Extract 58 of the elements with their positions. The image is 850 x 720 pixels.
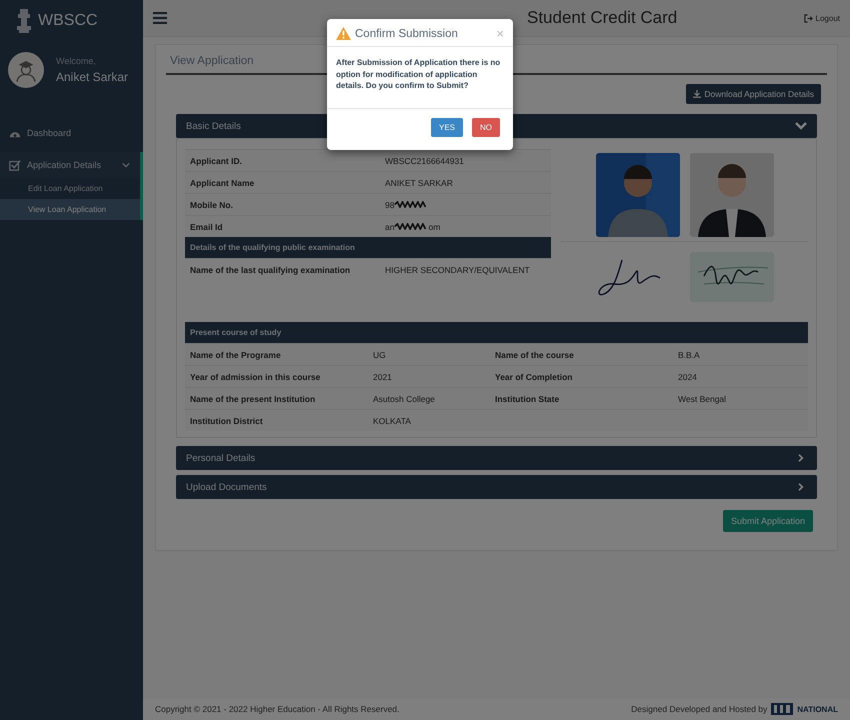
field-value: UG — [373, 350, 387, 360]
field-value: West Bengal — [678, 394, 728, 404]
chevron-icon — [795, 122, 807, 130]
user-name: Aniket Sarkar — [56, 70, 128, 84]
download-icon — [693, 90, 702, 98]
field-value: WBSCC2166644931 — [385, 156, 464, 166]
field-value: HIGHER SECONDARY/EQUIVALENT — [385, 264, 530, 274]
field-value: om — [428, 222, 440, 232]
brand-name: WBSCC — [38, 12, 98, 30]
dialog-message: After Submission of Application there is no option for modification of application details. Do you confirm to Submit? — [327, 47, 513, 109]
field-value: KOLKATA — [373, 416, 412, 426]
download-button[interactable]: Download Application Details — [686, 84, 821, 104]
field-value: 98 — [385, 200, 394, 210]
subsection-header: Details of the qualifying public examination — [185, 237, 551, 258]
copyright-text: Copyright © 2021 - 2022 Higher Education - All Rights Reserved. — [155, 704, 400, 714]
field-value: ANIKET SARKAR — [385, 178, 453, 188]
logo-icon — [771, 703, 794, 715]
logo-text: NATIONAL — [797, 704, 838, 714]
field-value: 2024 — [678, 372, 698, 382]
nav-item[interactable]: Dashboard — [0, 120, 143, 146]
field-label: Year of admission in this course — [190, 372, 322, 382]
credit-text: Designed Developed and Hosted by — [631, 704, 768, 714]
avatar-icon — [8, 52, 44, 88]
section-header[interactable]: Upload Documents — [176, 475, 817, 499]
emblem-icon — [14, 7, 34, 35]
field-label: Name of the present Institution — [190, 394, 316, 404]
submit-button[interactable]: Submit Application — [722, 510, 813, 532]
field-value: B.B.A — [678, 350, 701, 360]
subsection-header: Present course of study — [185, 322, 808, 343]
section-header[interactable]: Personal Details — [176, 446, 817, 470]
field-label: Applicant Name — [190, 178, 256, 188]
nav-subitem[interactable]: View Loan Application — [0, 199, 143, 220]
dialog-button[interactable]: YES — [430, 118, 463, 137]
field-value: Asutosh College — [373, 394, 436, 404]
redaction-mark — [394, 201, 428, 208]
page-heading: Student Credit Card — [527, 8, 678, 28]
field-label: Institution District — [190, 416, 264, 426]
field-label: Applicant ID. — [190, 156, 243, 166]
close-button[interactable]: × — [496, 27, 504, 40]
logout-icon — [804, 14, 813, 22]
logout-link[interactable]: Logout — [804, 14, 840, 22]
dialog-title: Confirm Submission — [355, 28, 459, 40]
redaction-mark — [394, 223, 428, 230]
field-value: an — [385, 222, 394, 232]
menu-icon[interactable] — [153, 12, 167, 24]
warning-icon — [336, 27, 351, 40]
field-label: Year of Completion — [495, 372, 574, 382]
field-label: Email Id — [190, 222, 224, 232]
field-label: Name of the course — [495, 350, 575, 360]
welcome-text: Welcome, — [56, 56, 97, 66]
field-label: Name of the Programe — [190, 350, 282, 360]
checkbox-icon — [9, 159, 21, 171]
field-label: Name of the last qualifying examination — [190, 264, 352, 274]
field-label: Institution State — [495, 394, 560, 404]
field-label: Mobile No. — [190, 200, 234, 210]
dialog-button[interactable]: NO — [472, 118, 500, 137]
field-value: 2021 — [373, 372, 393, 382]
chevron-icon — [122, 161, 130, 169]
